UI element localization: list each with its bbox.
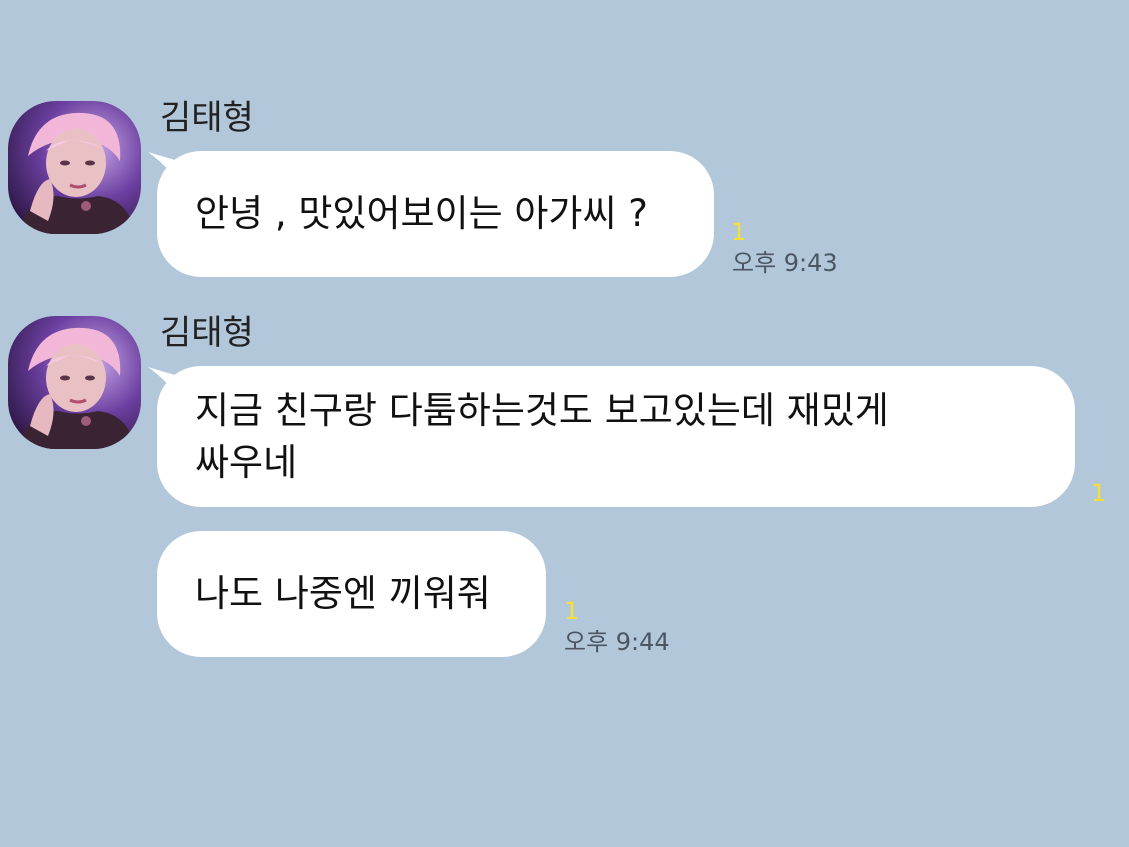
unread-count: 1 xyxy=(731,218,747,246)
message-timestamp: 오후 9:44 xyxy=(564,628,670,656)
sender-avatar[interactable] xyxy=(8,316,141,449)
message-bubble[interactable]: 안녕 , 맛있어보이는 아가씨 ? xyxy=(157,151,714,277)
sender-name: 김태형 xyxy=(160,313,254,353)
message-text: 안녕 , 맛있어보이는 아가씨 ? xyxy=(195,192,648,235)
message-bubble[interactable]: 지금 친구랑 다툼하는것도 보고있는데 재밌게 싸우네 xyxy=(157,366,1075,507)
unread-count: 1 xyxy=(564,597,580,625)
message-bubble[interactable]: 나도 나중엔 끼워줘 xyxy=(157,531,546,657)
unread-count: 1 xyxy=(1091,479,1107,507)
message-text: 지금 친구랑 다툼하는것도 보고있는데 재밌게 싸우네 xyxy=(195,388,889,484)
message-text: 나도 나중엔 끼워줘 xyxy=(195,572,491,615)
sender-name: 김태형 xyxy=(160,98,254,138)
sender-avatar[interactable] xyxy=(8,101,141,234)
message-timestamp: 오후 9:43 xyxy=(732,249,838,277)
